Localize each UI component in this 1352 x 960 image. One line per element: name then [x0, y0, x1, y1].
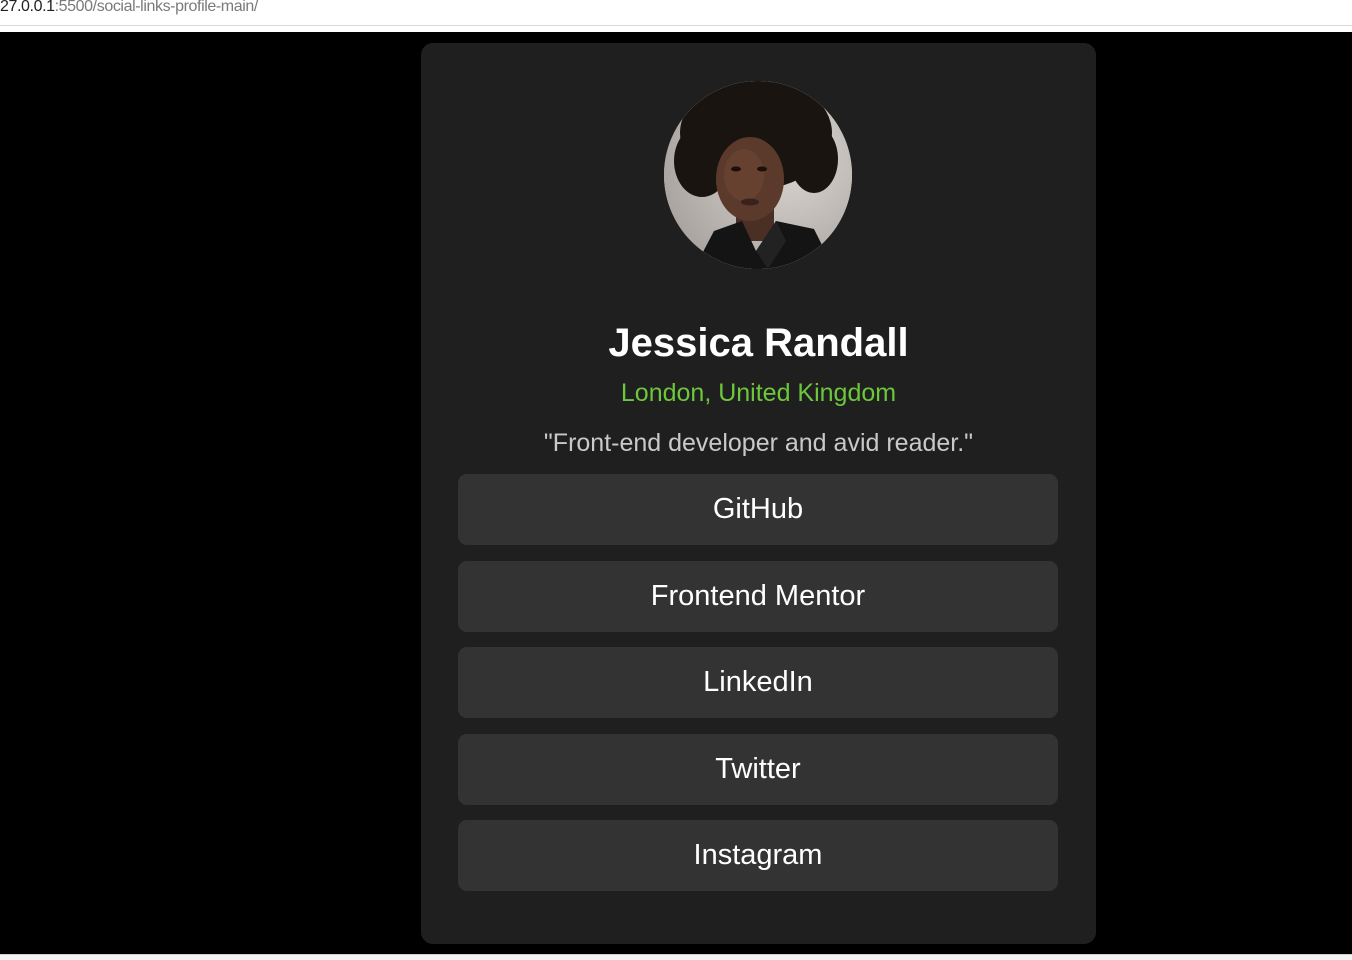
twitter-link[interactable]: Twitter: [458, 733, 1058, 805]
url-host: 27.0.0.1: [0, 0, 55, 15]
profile-photo-icon: [664, 81, 852, 269]
linkedin-link[interactable]: LinkedIn: [458, 647, 1058, 718]
profile-bio: "Front-end developer and avid reader.": [543, 429, 974, 457]
url-path: :5500/social-links-profile-main/: [54, 0, 259, 15]
social-links-list: GitHub Frontend Mentor LinkedIn Twitter …: [458, 474, 1058, 907]
url-text[interactable]: 27.0.0.1:5500/social-links-profile-main/: [0, 0, 258, 17]
github-link[interactable]: GitHub: [458, 474, 1058, 545]
profile-name: Jessica Randall: [608, 321, 909, 365]
instagram-link[interactable]: Instagram: [458, 820, 1058, 891]
avatar: [664, 81, 852, 269]
browser-bottom-edge: [0, 954, 1352, 960]
browser-address-bar[interactable]: 27.0.0.1:5500/social-links-profile-main/: [0, 0, 1352, 26]
profile-card: Jessica Randall London, United Kingdom "…: [421, 43, 1096, 944]
profile-location: London, United Kingdom: [620, 379, 897, 407]
page-viewport: Jessica Randall London, United Kingdom "…: [0, 32, 1352, 954]
frontend-mentor-link[interactable]: Frontend Mentor: [458, 560, 1058, 632]
